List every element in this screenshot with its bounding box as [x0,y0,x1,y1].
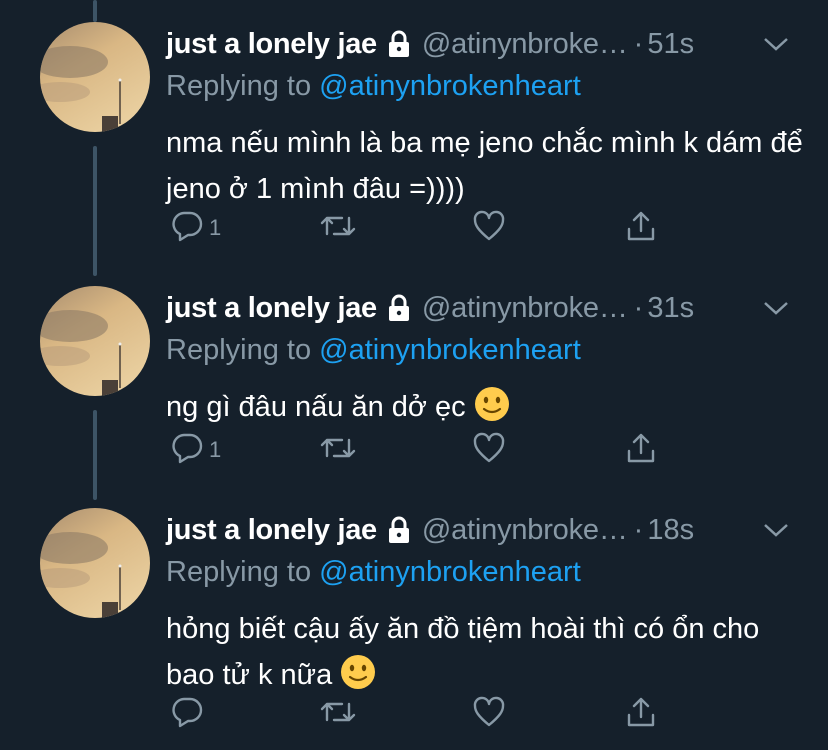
display-name[interactable]: just a lonely jae [166,514,377,547]
retweet-button[interactable] [318,430,358,470]
retweet-button[interactable] [318,694,358,734]
retweet-icon [318,696,358,733]
tweet-text: ng gì đâu nấu ăn dở ẹc [166,384,806,436]
replying-to: Replying to @atinynbrokenheart [166,334,581,367]
reply-count: 1 [209,437,222,462]
timestamp[interactable]: 18s [647,514,694,547]
thread-line [93,410,97,500]
tweet-text: nma nếu mình là ba mẹ jeno chắc mình k d… [166,120,806,212]
retweet-icon [318,432,358,469]
timestamp[interactable]: 51s [647,28,694,61]
share-icon [624,431,658,470]
share-button[interactable] [624,430,658,470]
tweet-header: just a lonely jae @atinynbroke… · 31s [166,286,694,330]
username[interactable]: @atinynbroke… [422,28,628,61]
retweet-button[interactable] [318,208,358,248]
lock-icon [386,30,412,58]
like-button[interactable] [472,430,506,470]
tweet-text-content: ng gì đâu nấu ăn dở ẹc [166,391,466,423]
replying-to: Replying to @atinynbrokenheart [166,70,581,103]
avatar[interactable] [40,286,150,396]
tweet-text: hỏng biết cậu ấy ăn đồ tiệm hoài thì có … [166,606,806,704]
tweet-text-content: nma nếu mình là ba mẹ jeno chắc mình k d… [166,127,803,205]
heart-icon [472,432,506,469]
chevron-down-icon[interactable] [762,300,790,321]
retweet-icon [318,210,358,247]
lock-icon [386,516,412,544]
share-icon [624,209,658,248]
avatar[interactable] [40,22,150,132]
chevron-down-icon[interactable] [762,36,790,57]
reply-mention-link[interactable]: @atinynbrokenheart [319,70,581,102]
replying-to-label: Replying to [166,334,312,366]
share-button[interactable] [624,694,658,734]
timestamp[interactable]: 31s [647,292,694,325]
separator-dot: · [633,513,644,546]
username[interactable]: @atinynbroke… [422,292,628,325]
reply-mention-link[interactable]: @atinynbrokenheart [319,556,581,588]
reply-icon [170,210,204,247]
smiling-face-emoji [474,386,510,436]
tweet-text-content: hỏng biết cậu ấy ăn đồ tiệm hoài thì có … [166,613,760,691]
timeline: just a lonely jae @atinynbroke… · 51s Re… [0,0,828,750]
tweet-actions [166,694,686,734]
heart-icon [472,696,506,733]
tweet-header: just a lonely jae @atinynbroke… · 18s [166,508,694,552]
thread-line [93,146,97,276]
replying-to-label: Replying to [166,556,312,588]
lock-icon [386,294,412,322]
separator-dot: · [633,27,644,60]
share-button[interactable] [624,208,658,248]
replying-to-label: Replying to [166,70,312,102]
like-button[interactable] [472,208,506,248]
thread-line [93,0,97,22]
tweet-actions: 1 [166,208,686,248]
reply-button[interactable] [170,694,209,734]
chevron-down-icon[interactable] [762,522,790,543]
separator-dot: · [633,291,644,324]
tweet-header: just a lonely jae @atinynbroke… · 51s [166,22,694,66]
share-icon [624,695,658,734]
tweet-actions: 1 [166,430,686,470]
reply-count: 1 [209,215,222,240]
like-button[interactable] [472,694,506,734]
username[interactable]: @atinynbroke… [422,514,628,547]
avatar[interactable] [40,508,150,618]
reply-icon [170,432,204,469]
reply-mention-link[interactable]: @atinynbrokenheart [319,334,581,366]
display-name[interactable]: just a lonely jae [166,28,377,61]
replying-to: Replying to @atinynbrokenheart [166,556,581,589]
reply-button[interactable]: 1 [170,208,221,248]
display-name[interactable]: just a lonely jae [166,292,377,325]
reply-button[interactable]: 1 [170,430,221,470]
heart-icon [472,210,506,247]
reply-icon [170,696,204,733]
